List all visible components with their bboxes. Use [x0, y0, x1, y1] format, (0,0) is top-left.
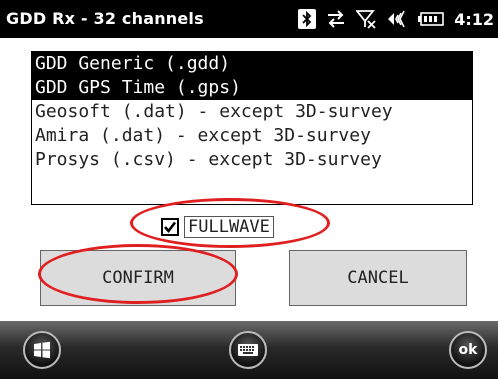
start-button[interactable]: [23, 331, 61, 369]
list-item[interactable]: Geosoft (.dat) - except 3D-survey: [32, 100, 472, 124]
list-item[interactable]: GDD Generic (.gdd): [32, 52, 472, 76]
cancel-button[interactable]: CANCEL: [289, 250, 467, 306]
keyboard-button[interactable]: [229, 331, 267, 369]
sync-arrows-icon[interactable]: [326, 10, 346, 28]
format-list[interactable]: GDD Generic (.gdd) GDD GPS Time (.gps) G…: [31, 51, 473, 205]
fullwave-checkbox[interactable]: [161, 218, 179, 236]
window-title: GDD Rx - 32 channels: [6, 9, 204, 28]
checkmark-icon: [164, 221, 177, 234]
list-item[interactable]: GDD GPS Time (.gps): [32, 76, 472, 100]
battery-icon[interactable]: [418, 12, 445, 26]
volume-icon[interactable]: [386, 10, 408, 28]
confirm-button[interactable]: CONFIRM: [40, 250, 236, 306]
keyboard-icon: [238, 344, 258, 356]
fullwave-label[interactable]: FULLWAVE: [184, 216, 274, 238]
no-signal-icon[interactable]: [356, 9, 376, 29]
status-icons: 4:12: [298, 7, 494, 31]
softkey-bar: ok: [0, 321, 498, 379]
bluetooth-icon[interactable]: [298, 9, 317, 29]
list-item[interactable]: Amira (.dat) - except 3D-survey: [32, 124, 472, 148]
list-item[interactable]: Prosys (.csv) - except 3D-survey: [32, 148, 472, 172]
ok-button[interactable]: ok: [449, 331, 487, 369]
fullwave-checkbox-row[interactable]: FULLWAVE: [161, 215, 274, 239]
title-bar: GDD Rx - 32 channels 4:12: [0, 0, 498, 38]
clock: 4:12: [454, 9, 494, 29]
windows-flag-icon: [34, 341, 50, 359]
